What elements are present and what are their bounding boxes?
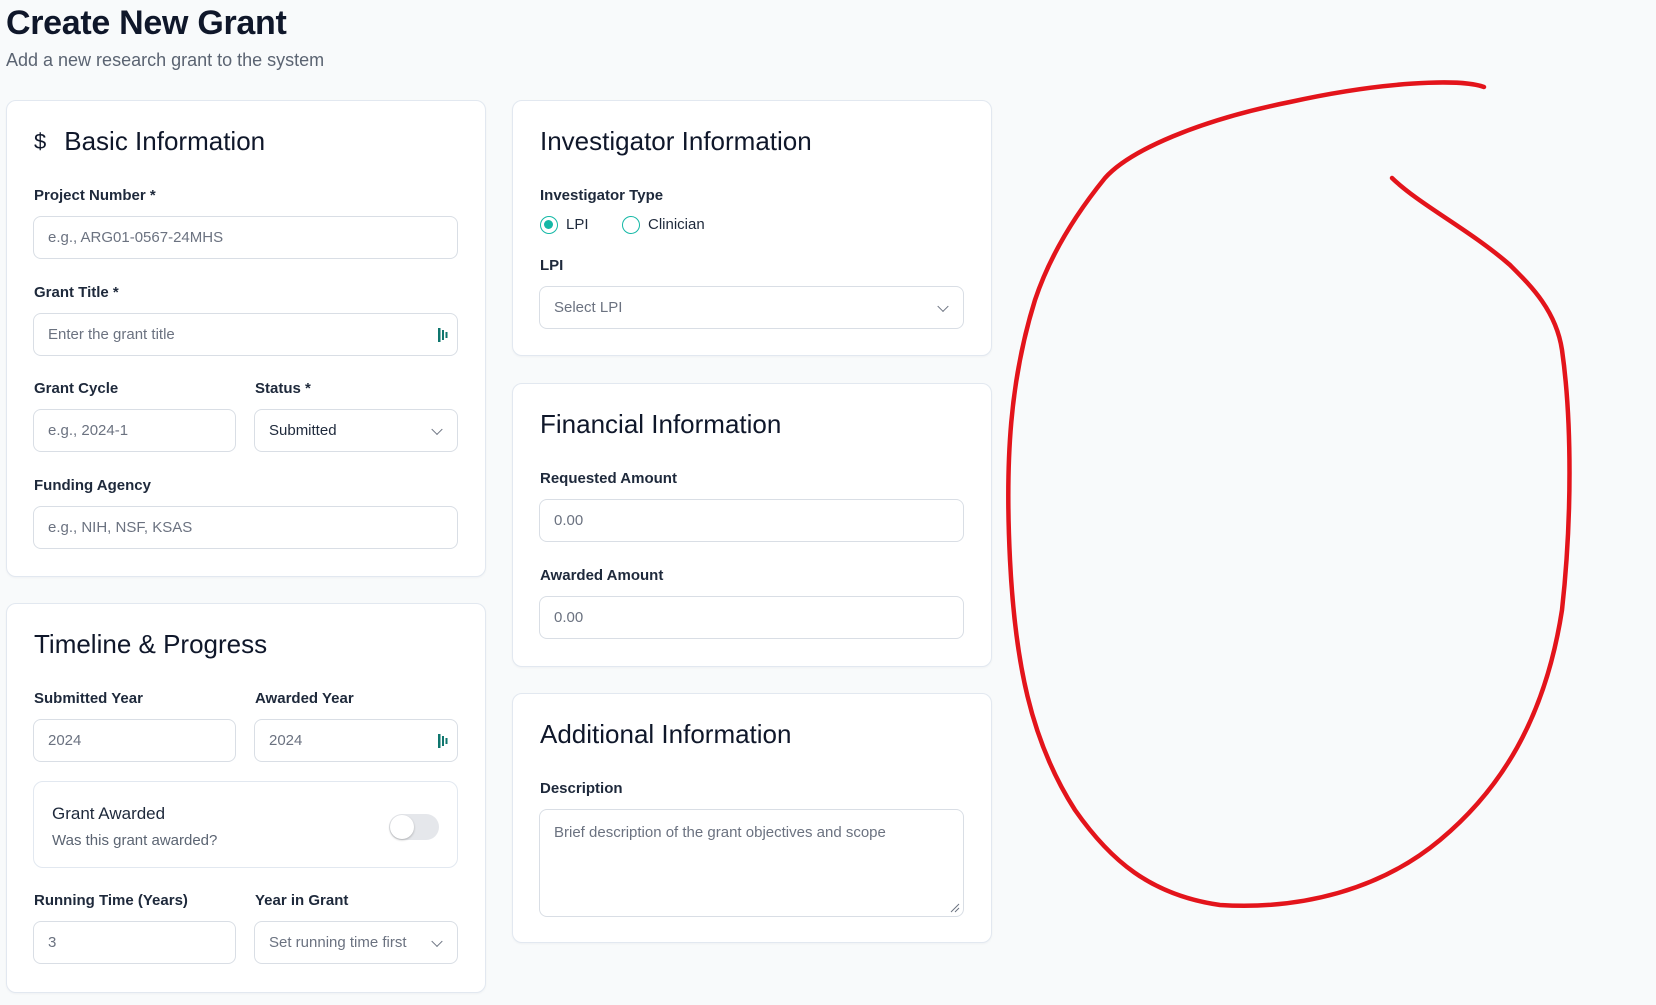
funding-agency-input[interactable]: e.g., NIH, NSF, KSAS (33, 506, 458, 549)
chevron-down-icon (937, 300, 949, 312)
dollar-icon: $ (34, 128, 47, 154)
basic-information-title: $ Basic Information (34, 126, 265, 157)
description-label: Description (540, 780, 623, 797)
toggle-knob (390, 815, 414, 839)
awarded-year-input[interactable]: 2024 (254, 719, 458, 762)
awarded-year-label: Awarded Year (255, 690, 354, 707)
grant-title-placeholder: Enter the grant title (48, 326, 175, 343)
year-in-grant-value: Set running time first (269, 934, 407, 951)
requested-amount-label: Requested Amount (540, 470, 677, 487)
basic-information-card: $ Basic Information Project Number * e.g… (6, 100, 486, 577)
investigator-information-card: Investigator Information Investigator Ty… (512, 100, 992, 356)
grant-awarded-toggle[interactable] (389, 814, 439, 840)
grant-cycle-input[interactable]: e.g., 2024-1 (33, 409, 236, 452)
radio-lpi[interactable] (540, 216, 558, 234)
submitted-year-input[interactable]: 2024 (33, 719, 236, 762)
awarded-year-value: 2024 (269, 732, 303, 749)
page-title: Create New Grant (6, 4, 287, 42)
radio-clinician-label[interactable]: Clinician (648, 216, 705, 233)
funding-agency-label: Funding Agency (34, 477, 151, 494)
running-time-label: Running Time (Years) (34, 892, 188, 909)
timeline-progress-card: Timeline & Progress Submitted Year 2024 … (6, 603, 486, 993)
password-manager-icon[interactable] (437, 732, 449, 750)
financial-information-card: Financial Information Requested Amount 0… (512, 383, 992, 667)
investigator-information-title: Investigator Information (540, 126, 812, 156)
radio-lpi-label[interactable]: LPI (566, 216, 589, 233)
requested-amount-input[interactable]: 0.00 (539, 499, 964, 542)
basic-information-title-text: Basic Information (64, 126, 266, 156)
chevron-down-icon (431, 935, 443, 947)
investigator-type-label: Investigator Type (540, 187, 664, 204)
project-number-label: Project Number * (34, 187, 156, 204)
status-label: Status * (255, 380, 311, 397)
chevron-down-icon (431, 423, 443, 435)
lpi-select[interactable]: Select LPI (539, 286, 964, 329)
page-subtitle: Add a new research grant to the system (6, 50, 325, 70)
grant-awarded-box: Grant Awarded Was this grant awarded? (33, 781, 458, 868)
status-select[interactable]: Submitted (254, 409, 458, 452)
radio-clinician[interactable] (622, 216, 640, 234)
password-manager-icon[interactable] (437, 326, 449, 344)
project-number-input[interactable]: e.g., ARG01-0567-24MHS (33, 216, 458, 259)
running-time-input[interactable]: 3 (33, 921, 236, 964)
grant-title-input[interactable]: Enter the grant title (33, 313, 458, 356)
financial-information-title: Financial Information (540, 409, 782, 439)
grant-title-label: Grant Title * (34, 284, 119, 301)
status-value: Submitted (269, 422, 337, 439)
submitted-year-label: Submitted Year (34, 690, 143, 707)
awarded-amount-input[interactable]: 0.00 (539, 596, 964, 639)
timeline-progress-title: Timeline & Progress (34, 629, 268, 659)
additional-information-card: Additional Information Description Brief… (512, 693, 992, 943)
resize-handle-icon[interactable] (950, 903, 960, 913)
grant-awarded-subtitle: Was this grant awarded? (52, 832, 218, 849)
year-in-grant-label: Year in Grant (255, 892, 349, 909)
year-in-grant-select[interactable]: Set running time first (254, 921, 458, 964)
grant-cycle-label: Grant Cycle (34, 380, 119, 397)
description-placeholder: Brief description of the grant objective… (554, 824, 886, 841)
lpi-placeholder: Select LPI (554, 299, 623, 316)
awarded-amount-label: Awarded Amount (540, 567, 664, 584)
additional-information-title: Additional Information (540, 719, 792, 749)
lpi-label: LPI (540, 257, 564, 274)
description-textarea[interactable]: Brief description of the grant objective… (539, 809, 964, 917)
grant-awarded-title: Grant Awarded (52, 804, 166, 823)
